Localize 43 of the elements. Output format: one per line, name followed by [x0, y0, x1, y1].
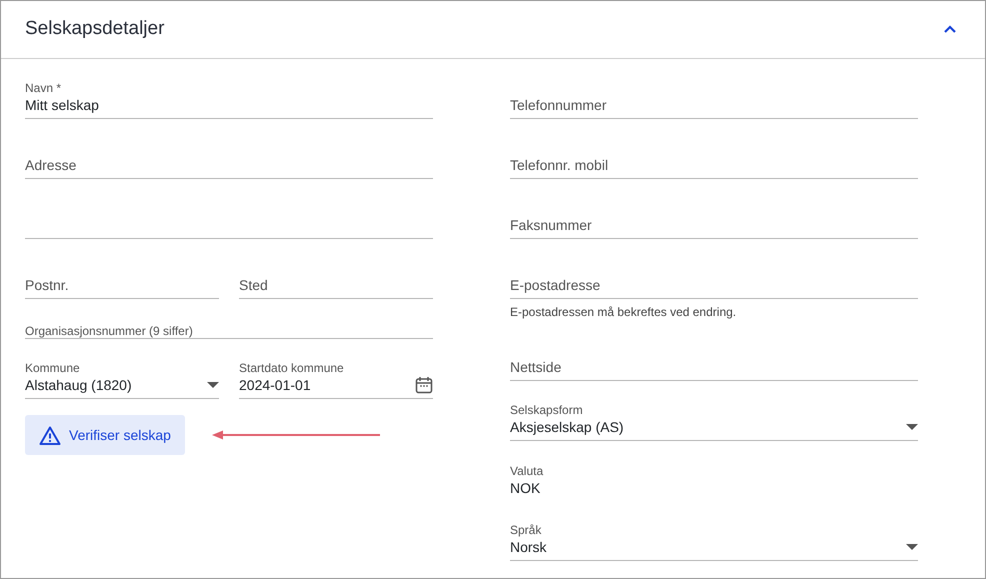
- field-placeholder: Telefonnr. mobil: [510, 156, 608, 175]
- input-field[interactable]: Faksnummer: [510, 195, 918, 239]
- input-field[interactable]: Postnr.: [25, 255, 219, 299]
- field-value: Mitt selskap: [25, 96, 99, 115]
- field-placeholder: E-postadresse: [510, 276, 600, 295]
- field-placeholder: Postnr.: [25, 276, 69, 295]
- field-label: Språk: [510, 523, 542, 537]
- field-label: Organisasjonsnummer (9 siffer): [25, 324, 193, 338]
- date-field[interactable]: Startdato kommune 2024-01-01: [239, 355, 433, 399]
- field-value: Norsk: [510, 538, 547, 557]
- warning-icon: [39, 426, 61, 444]
- field-label: Startdato kommune: [239, 361, 344, 375]
- input-field[interactable]: Navn * Mitt selskap: [25, 75, 433, 119]
- input-field[interactable]: Nettside: [510, 337, 918, 381]
- dropdown-field[interactable]: Språk Norsk: [510, 517, 918, 561]
- input-field[interactable]: E-postadresse: [510, 255, 918, 299]
- field-placeholder: Adresse: [25, 156, 76, 175]
- input-field[interactable]: Telefonnr. mobil: [510, 135, 918, 179]
- dropdown-caret-icon: [207, 382, 219, 388]
- input-field[interactable]: Telefonnummer: [510, 75, 918, 119]
- field-label: Valuta: [510, 464, 544, 478]
- field-label: Kommune: [25, 361, 80, 375]
- dropdown-caret-icon: [906, 544, 918, 550]
- input-field[interactable]: Sted: [239, 255, 433, 299]
- dropdown-field[interactable]: Selskapsform Aksjeselskap (AS): [510, 397, 918, 441]
- field-placeholder: Telefonnummer: [510, 96, 606, 115]
- field-value: Aksjeselskap (AS): [510, 418, 624, 437]
- field-value: 2024-01-01: [239, 376, 311, 395]
- field-value: NOK: [510, 479, 540, 498]
- field-placeholder: Nettside: [510, 358, 562, 377]
- field-value: Alstahaug (1820): [25, 376, 132, 395]
- field-label: Selskapsform: [510, 403, 583, 417]
- dropdown-caret-icon: [906, 424, 918, 430]
- field-placeholder: Sted: [239, 276, 268, 295]
- field-label: Navn *: [25, 81, 62, 95]
- panel-title: Selskapsdetaljer: [25, 18, 164, 41]
- verify-button[interactable]: Verifiser selskap: [25, 415, 185, 455]
- input-field[interactable]: Organisasjonsnummer (9 siffer): [25, 303, 433, 339]
- calendar-icon[interactable]: [415, 376, 433, 394]
- dropdown-field[interactable]: Kommune Alstahaug (1820): [25, 355, 219, 399]
- field-placeholder: Faksnummer: [510, 216, 592, 235]
- input-field[interactable]: Adresse: [25, 135, 433, 179]
- helper-text: E-postadressen må bekreftes ved endring.: [510, 304, 736, 321]
